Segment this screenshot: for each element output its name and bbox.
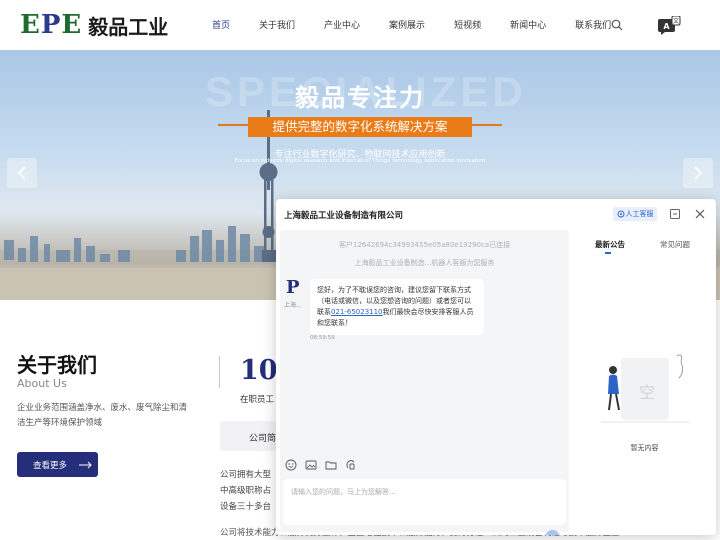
chat-side-panel: 最新公告 常见问题 空 暂无内容	[573, 230, 716, 535]
carousel-prev-button[interactable]	[7, 158, 37, 188]
chat-company-name: 上海毅品工业设备制造有限公司	[284, 211, 404, 221]
bot-message-bubble: 您好，为了不耽误您的咨询，建议您留下联系方式（电话或微信，以及您想咨询的问题）或…	[310, 279, 484, 335]
site-header: EPE 毅品工业 首页 关于我们 产业中心 案例展示 短视频 新闻中心 联系我们…	[0, 0, 720, 50]
empty-state-text: 暂无内容	[630, 444, 659, 452]
about-text-line: 公司拥有大型	[220, 470, 272, 480]
nav-news[interactable]: 新闻中心	[510, 18, 546, 31]
logo-letters: EPE	[20, 10, 83, 40]
send-button[interactable]	[545, 530, 560, 535]
human-service-button[interactable]: 人工客服	[613, 207, 657, 221]
about-text-line: 设备三十多台	[220, 502, 272, 512]
folder-icon[interactable]	[325, 459, 337, 471]
about-text: 公司拥有大型 中高级职称占 设备三十多台	[220, 467, 280, 515]
tab-faq[interactable]: 常见问题	[660, 239, 690, 250]
chat-window: 上海毅品工业设备制造有限公司 人工客服 客户12642694c34993455e…	[276, 199, 716, 535]
carousel-next-button[interactable]	[683, 158, 713, 188]
nav-about[interactable]: 关于我们	[259, 18, 295, 31]
empty-state-illustration: 空	[601, 354, 689, 423]
headset-icon	[617, 210, 624, 218]
nav-videos[interactable]: 短视频	[454, 18, 481, 31]
chat-icon[interactable]: A 文	[657, 16, 681, 36]
logo-text: 毅品工业	[88, 14, 169, 39]
image-icon[interactable]	[305, 459, 317, 471]
site-logo[interactable]: EPE 毅品工业	[20, 10, 168, 40]
send-icon	[552, 534, 553, 535]
chevron-right-icon	[694, 166, 703, 180]
close-icon[interactable]	[694, 208, 706, 220]
hero-title: 毅品专注力	[295, 84, 425, 112]
about-title: 关于我们	[17, 353, 97, 377]
about-title-en: About Us	[17, 377, 67, 390]
bot-name: 上海...	[284, 302, 302, 309]
arrow-right-icon	[79, 461, 92, 468]
view-more-label: 查看更多	[33, 460, 68, 471]
empty-glyph: 空	[639, 383, 655, 402]
system-message: 上海毅品工业设备制造...机器人客服为您服务	[354, 259, 495, 267]
human-service-label: 人工客服	[625, 210, 654, 218]
emoji-icon[interactable]	[285, 459, 297, 471]
message-timestamp: 08:59:59	[310, 335, 335, 341]
svg-text:文: 文	[673, 17, 679, 25]
about-description: 企业业务范围涵盖净水、废水、废气除尘和清洁生产等环境保护领域	[17, 403, 188, 428]
nav-industry[interactable]: 产业中心	[324, 18, 360, 31]
nav-cases[interactable]: 案例展示	[389, 18, 425, 31]
tab-company-intro[interactable]: 公司简介	[220, 421, 280, 451]
main-nav: 首页 关于我们 产业中心 案例展示 短视频 新闻中心 联系我们	[212, 18, 640, 31]
active-tab-indicator	[605, 252, 611, 254]
chat-header: 上海毅品工业设备制造有限公司 人工客服	[276, 199, 716, 229]
minimize-window-icon[interactable]	[669, 208, 681, 220]
svg-text:A: A	[663, 22, 670, 31]
hero-subtitle-en: Focus on industry digital research and I…	[234, 158, 486, 164]
chat-conversation: 客户12642694c34993455e05a80e19290ca已连接 上海毅…	[280, 230, 569, 535]
search-icon[interactable]	[611, 19, 623, 31]
about-text-line: 中高级职称占	[220, 486, 272, 496]
rating-icon[interactable]	[345, 459, 357, 471]
tab-announcements[interactable]: 最新公告	[595, 239, 625, 250]
nav-home[interactable]: 首页	[212, 18, 230, 31]
chevron-left-icon	[17, 166, 26, 180]
nav-contact[interactable]: 联系我们	[575, 18, 611, 31]
view-more-button[interactable]: 查看更多	[17, 452, 98, 477]
stat-label: 在职员工	[240, 395, 275, 405]
hero-ribbon: 提供完整的数字化系统解决方案	[248, 117, 472, 137]
system-message: 客户12642694c34993455e05a80e19290ca已连接	[338, 241, 511, 249]
bot-avatar-logo: P	[286, 277, 300, 298]
phone-link[interactable]: 021-65023110	[331, 308, 383, 316]
about-divider	[219, 356, 220, 388]
stat-number: 10	[240, 355, 278, 386]
chat-input[interactable]	[283, 479, 566, 525]
